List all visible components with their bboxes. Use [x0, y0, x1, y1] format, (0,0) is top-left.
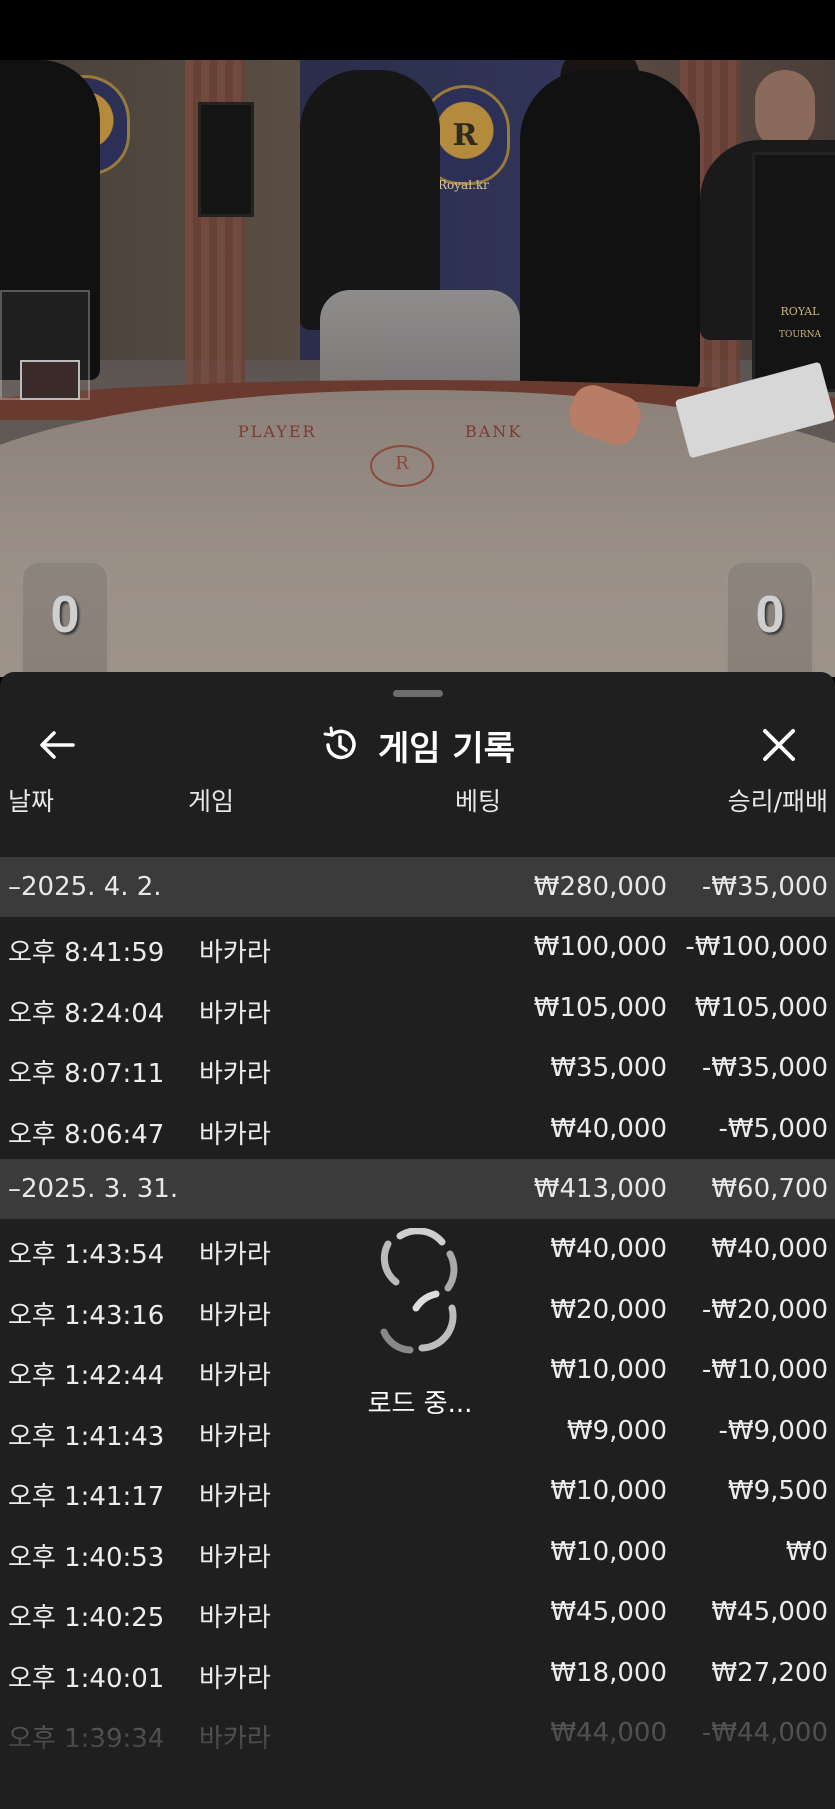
row-time: 오후 1:41:43 — [8, 1421, 165, 1452]
scroll-fade — [0, 1729, 835, 1809]
player-score: 0 — [20, 560, 110, 677]
dealer-figure — [520, 70, 700, 390]
row-game: 바카라 — [199, 1361, 271, 1391]
row-bet: ₩10,000 — [550, 1355, 667, 1385]
row-bet: ₩18,000 — [550, 1657, 667, 1688]
row-bet: ₩35,000 — [550, 1053, 667, 1083]
group-date: –2025. 3. 31. — [8, 1174, 179, 1204]
date-group-header[interactable]: –2025. 3. 31. ₩413,000 ₩60,700 — [0, 1159, 835, 1219]
row-bet: ₩10,000 — [550, 1476, 667, 1506]
row-bet: ₩40,000 — [550, 1113, 667, 1144]
row-bet: ₩20,000 — [550, 1294, 667, 1325]
row-win-loss: -₩100,000 — [685, 932, 828, 962]
table-header: 날짜 게임 베팅 승리/패배 — [0, 782, 835, 826]
row-time: 오후 8:07:11 — [8, 1059, 165, 1089]
row-win-loss: ₩45,000 — [711, 1597, 828, 1627]
group-win-total: ₩60,700 — [711, 1174, 828, 1204]
row-win-loss: -₩35,000 — [701, 1053, 828, 1083]
panel-title-group: 게임 기록 — [0, 718, 835, 772]
row-win-loss: ₩0 — [785, 1536, 828, 1567]
row-time: 오후 8:24:04 — [8, 998, 165, 1029]
date-group-header[interactable]: –2025. 4. 2. ₩280,000 -₩35,000 — [0, 857, 835, 917]
row-bet: ₩9,000 — [566, 1415, 667, 1446]
group-win-total: -₩35,000 — [701, 872, 828, 902]
group-bet-total: ₩413,000 — [533, 1174, 667, 1204]
row-bet: ₩45,000 — [550, 1597, 667, 1627]
row-game: 바카라 — [199, 938, 271, 968]
history-row[interactable]: 오후 1:40:01 바카라 ₩18,000 ₩27,200 — [0, 1643, 835, 1704]
row-win-loss: -₩9,000 — [718, 1415, 828, 1446]
history-row[interactable]: 오후 1:41:17 바카라 ₩10,000 ₩9,500 — [0, 1461, 835, 1522]
felt-label-banker: BANK — [465, 422, 523, 441]
group-bet-total: ₩280,000 — [533, 872, 667, 902]
column-header-game: 게임 — [188, 787, 235, 816]
history-row[interactable]: 오후 8:41:59 바카라 ₩100,000 -₩100,000 — [0, 917, 835, 978]
banker-score: 0 — [725, 560, 815, 677]
felt-logo: R — [370, 445, 434, 487]
history-row[interactable]: 오후 8:06:47 바카라 ₩40,000 -₩5,000 — [0, 1099, 835, 1160]
loading-text: 로드 중... — [367, 1389, 473, 1419]
row-game: 바카라 — [199, 1421, 271, 1452]
close-button[interactable] — [752, 718, 806, 772]
history-row[interactable]: 오후 8:07:11 바카라 ₩35,000 -₩35,000 — [0, 1038, 835, 1099]
row-time: 오후 1:40:53 — [8, 1542, 165, 1573]
row-game: 바카라 — [199, 1663, 271, 1694]
row-bet: ₩100,000 — [533, 932, 667, 962]
row-game: 바카라 — [199, 1542, 271, 1573]
live-video-feed: R R Royal.kr ROYAL TOURNA PLAYER BANK R … — [0, 60, 835, 677]
status-bar — [0, 0, 835, 60]
row-game: 바카라 — [199, 1059, 271, 1089]
row-game: 바카라 — [199, 998, 271, 1029]
row-game: 바카라 — [199, 1119, 271, 1150]
row-time: 오후 1:42:44 — [8, 1361, 165, 1391]
row-win-loss: ₩40,000 — [711, 1234, 828, 1264]
row-win-loss: -₩5,000 — [718, 1113, 828, 1144]
crest-label: Royal.kr — [438, 178, 489, 192]
felt-label-player: PLAYER — [238, 422, 317, 441]
studio-monitor — [198, 102, 254, 217]
card-holder — [20, 360, 80, 400]
history-row[interactable]: 오후 1:40:25 바카라 ₩45,000 ₩45,000 — [0, 1582, 835, 1643]
row-game: 바카라 — [199, 1240, 271, 1270]
row-game: 바카라 — [199, 1482, 271, 1512]
dealer-figure — [755, 70, 815, 150]
row-time: 오후 8:41:59 — [8, 938, 165, 968]
history-row[interactable]: 오후 8:24:04 바카라 ₩105,000 ₩105,000 — [0, 978, 835, 1039]
column-header-bet: 베팅 — [455, 787, 502, 816]
row-win-loss: ₩27,200 — [711, 1657, 828, 1688]
spinner-icon — [370, 1227, 470, 1358]
row-game: 바카라 — [199, 1603, 271, 1633]
history-icon — [323, 726, 356, 760]
studio-monitor: ROYAL TOURNA — [752, 152, 835, 392]
column-header-date: 날짜 — [8, 787, 55, 816]
row-bet: ₩40,000 — [550, 1234, 667, 1264]
row-win-loss: -₩10,000 — [701, 1355, 828, 1385]
panel-header: 게임 기록 — [0, 702, 835, 782]
row-time: 오후 1:43:54 — [8, 1240, 165, 1270]
history-row[interactable]: 오후 1:40:53 바카라 ₩10,000 ₩0 — [0, 1522, 835, 1583]
row-bet: ₩105,000 — [533, 992, 667, 1023]
group-date: –2025. 4. 2. — [8, 872, 162, 902]
row-time: 오후 1:40:01 — [8, 1663, 165, 1694]
row-win-loss: ₩9,500 — [727, 1476, 828, 1506]
column-header-win-loss: 승리/패배 — [727, 787, 828, 816]
row-win-loss: -₩20,000 — [701, 1294, 828, 1325]
page-title: 게임 기록 — [378, 728, 515, 769]
row-win-loss: ₩105,000 — [694, 992, 828, 1023]
row-time: 오후 1:40:25 — [8, 1603, 165, 1633]
row-time: 오후 1:41:17 — [8, 1482, 165, 1512]
close-icon — [763, 729, 795, 761]
drag-handle[interactable] — [393, 690, 443, 697]
row-game: 바카라 — [199, 1300, 271, 1331]
row-time: 오후 8:06:47 — [8, 1119, 165, 1150]
row-time: 오후 1:43:16 — [8, 1300, 165, 1331]
row-bet: ₩10,000 — [550, 1536, 667, 1567]
